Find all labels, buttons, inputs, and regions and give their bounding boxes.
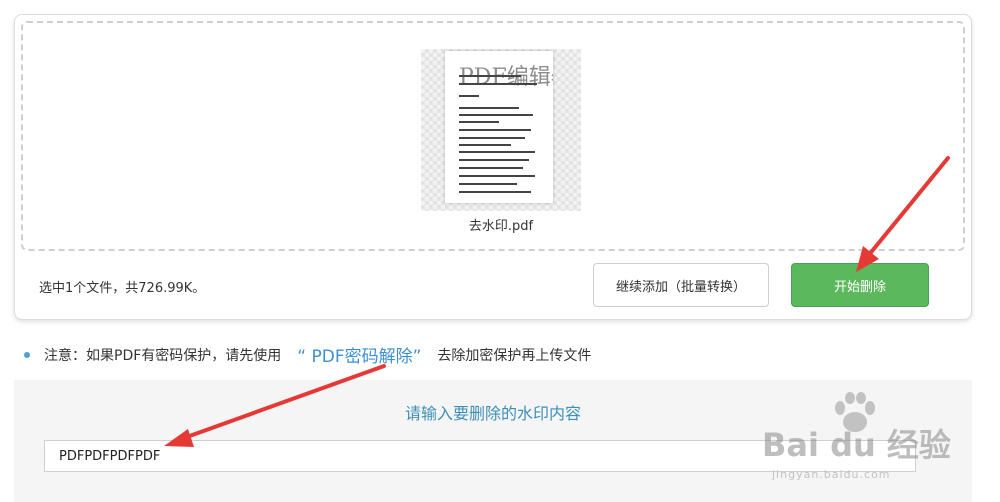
baidu-brand-text: Bai du 经验 bbox=[762, 426, 951, 464]
baidu-url: jingyan.baidu.com bbox=[772, 468, 891, 481]
arrow-to-input bbox=[164, 364, 386, 447]
arrow-to-start-button bbox=[856, 156, 950, 272]
baidu-jingyan-watermark: Bai du 经验 jingyan.baidu.com bbox=[762, 392, 990, 492]
